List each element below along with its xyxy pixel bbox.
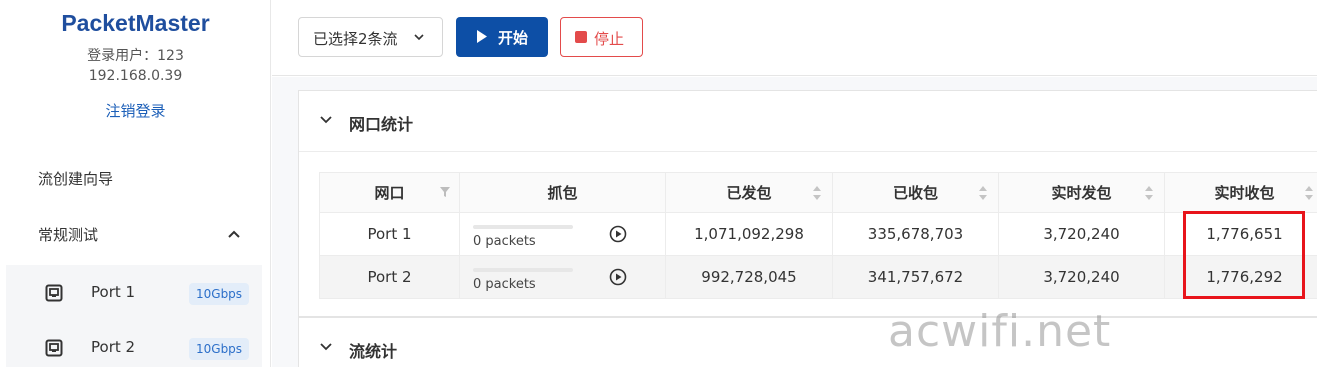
capture-progress-bar <box>473 268 573 272</box>
cell-port: Port 2 <box>319 255 460 299</box>
nav-flow-wizard[interactable]: 流创建向导 <box>38 168 113 189</box>
column-header-label: 实时收包 <box>1214 184 1275 202</box>
highlight-box <box>1183 211 1305 299</box>
cell-sent: 992,728,045 <box>665 255 833 299</box>
cell-capture: 0 packets <box>459 212 666 256</box>
sidebar-item-label: Port 2 <box>91 338 136 356</box>
speed-badge: 10Gbps <box>189 338 250 360</box>
toolbar: 已选择2条流 开始 停止 <box>272 0 1317 76</box>
flow-select[interactable]: 已选择2条流 <box>298 17 443 57</box>
sort-icon[interactable] <box>978 185 988 201</box>
sort-icon[interactable] <box>1304 185 1314 201</box>
capture-progress-bar <box>473 225 573 229</box>
cell-received: 335,678,703 <box>832 212 999 256</box>
ethernet-port-icon <box>45 284 63 302</box>
column-header-port[interactable]: 网口 <box>319 172 460 213</box>
column-header-label: 实时发包 <box>1051 184 1112 202</box>
column-header-label: 已发包 <box>726 184 772 202</box>
port-stats-panel: 网口统计 网口 抓包 已发包 已收包 实时发包 实时收包 Port 1 0 pa… <box>298 90 1317 317</box>
watermark: acwifi.net <box>888 306 1112 357</box>
play-circle-icon[interactable] <box>609 225 627 243</box>
column-header-label: 已收包 <box>892 184 938 202</box>
port-stats-table: 网口 抓包 已发包 已收包 实时发包 实时收包 Port 1 0 packets… <box>319 172 1317 299</box>
stop-button-label: 停止 <box>594 30 625 48</box>
cell-capture: 0 packets <box>459 255 666 299</box>
start-button-label: 开始 <box>498 29 529 47</box>
chevron-down-icon <box>320 116 332 124</box>
capture-count: 0 packets <box>473 234 536 249</box>
cell-sent: 1,071,092,298 <box>665 212 833 256</box>
logout-link[interactable]: 注销登录 <box>0 100 271 121</box>
chevron-down-icon <box>320 343 332 351</box>
cell-port: Port 1 <box>319 212 460 256</box>
sidebar-item-label: Port 1 <box>91 283 136 301</box>
column-header-capture: 抓包 <box>459 172 666 213</box>
filter-icon[interactable] <box>439 186 451 198</box>
table-row: Port 2 0 packets 992,728,045 341,757,672… <box>319 255 1317 299</box>
chevron-down-icon <box>414 34 424 41</box>
column-header-received[interactable]: 已收包 <box>832 172 999 213</box>
column-header-label: 网口 <box>374 184 405 202</box>
cell-received: 341,757,672 <box>832 255 999 299</box>
speed-badge: 10Gbps <box>189 283 250 305</box>
port-stats-header[interactable]: 网口统计 <box>299 91 1317 151</box>
column-header-label: 抓包 <box>547 184 578 202</box>
brand-title: PacketMaster <box>61 10 210 36</box>
play-circle-icon[interactable] <box>609 268 627 286</box>
stop-button[interactable]: 停止 <box>560 17 643 57</box>
flow-stats-panel: 流统计 <box>298 317 1317 367</box>
sidebar-item-port-1[interactable]: Port 1 10Gbps <box>6 265 262 320</box>
sort-icon[interactable] <box>812 185 822 201</box>
section-title: 网口统计 <box>349 115 414 134</box>
main-content: 网口统计 网口 抓包 已发包 已收包 实时发包 实时收包 Port 1 0 pa… <box>272 77 1317 367</box>
chevron-up-icon[interactable] <box>226 227 242 241</box>
nav-regular-test[interactable]: 常规测试 <box>38 224 98 245</box>
divider <box>299 151 1317 152</box>
cell-rt-sent: 3,720,240 <box>998 212 1165 256</box>
app-root: PacketMaster 登录用户：123 192.168.0.39 注销登录 … <box>0 0 1317 367</box>
flow-select-value: 已选择2条流 <box>313 30 398 48</box>
user-ip: 192.168.0.39 <box>88 68 183 84</box>
stop-icon <box>575 31 587 43</box>
cell-rt-sent: 3,720,240 <box>998 255 1165 299</box>
ethernet-port-icon <box>45 339 63 357</box>
section-title: 流统计 <box>349 342 398 361</box>
capture-count: 0 packets <box>473 277 536 292</box>
column-header-sent[interactable]: 已发包 <box>665 172 833 213</box>
flow-stats-header[interactable]: 流统计 <box>299 318 1317 367</box>
sort-icon[interactable] <box>1144 185 1154 201</box>
sidebar: PacketMaster 登录用户：123 192.168.0.39 注销登录 … <box>0 0 271 367</box>
column-header-rt-sent[interactable]: 实时发包 <box>998 172 1165 213</box>
play-icon <box>477 30 487 43</box>
sidebar-item-port-2[interactable]: Port 2 10Gbps <box>6 320 262 367</box>
start-button[interactable]: 开始 <box>456 17 548 57</box>
column-header-rt-received[interactable]: 实时收包 <box>1164 172 1317 213</box>
table-row: Port 1 0 packets 1,071,092,298 335,678,7… <box>319 212 1317 256</box>
login-user: 登录用户：123 <box>87 48 184 64</box>
